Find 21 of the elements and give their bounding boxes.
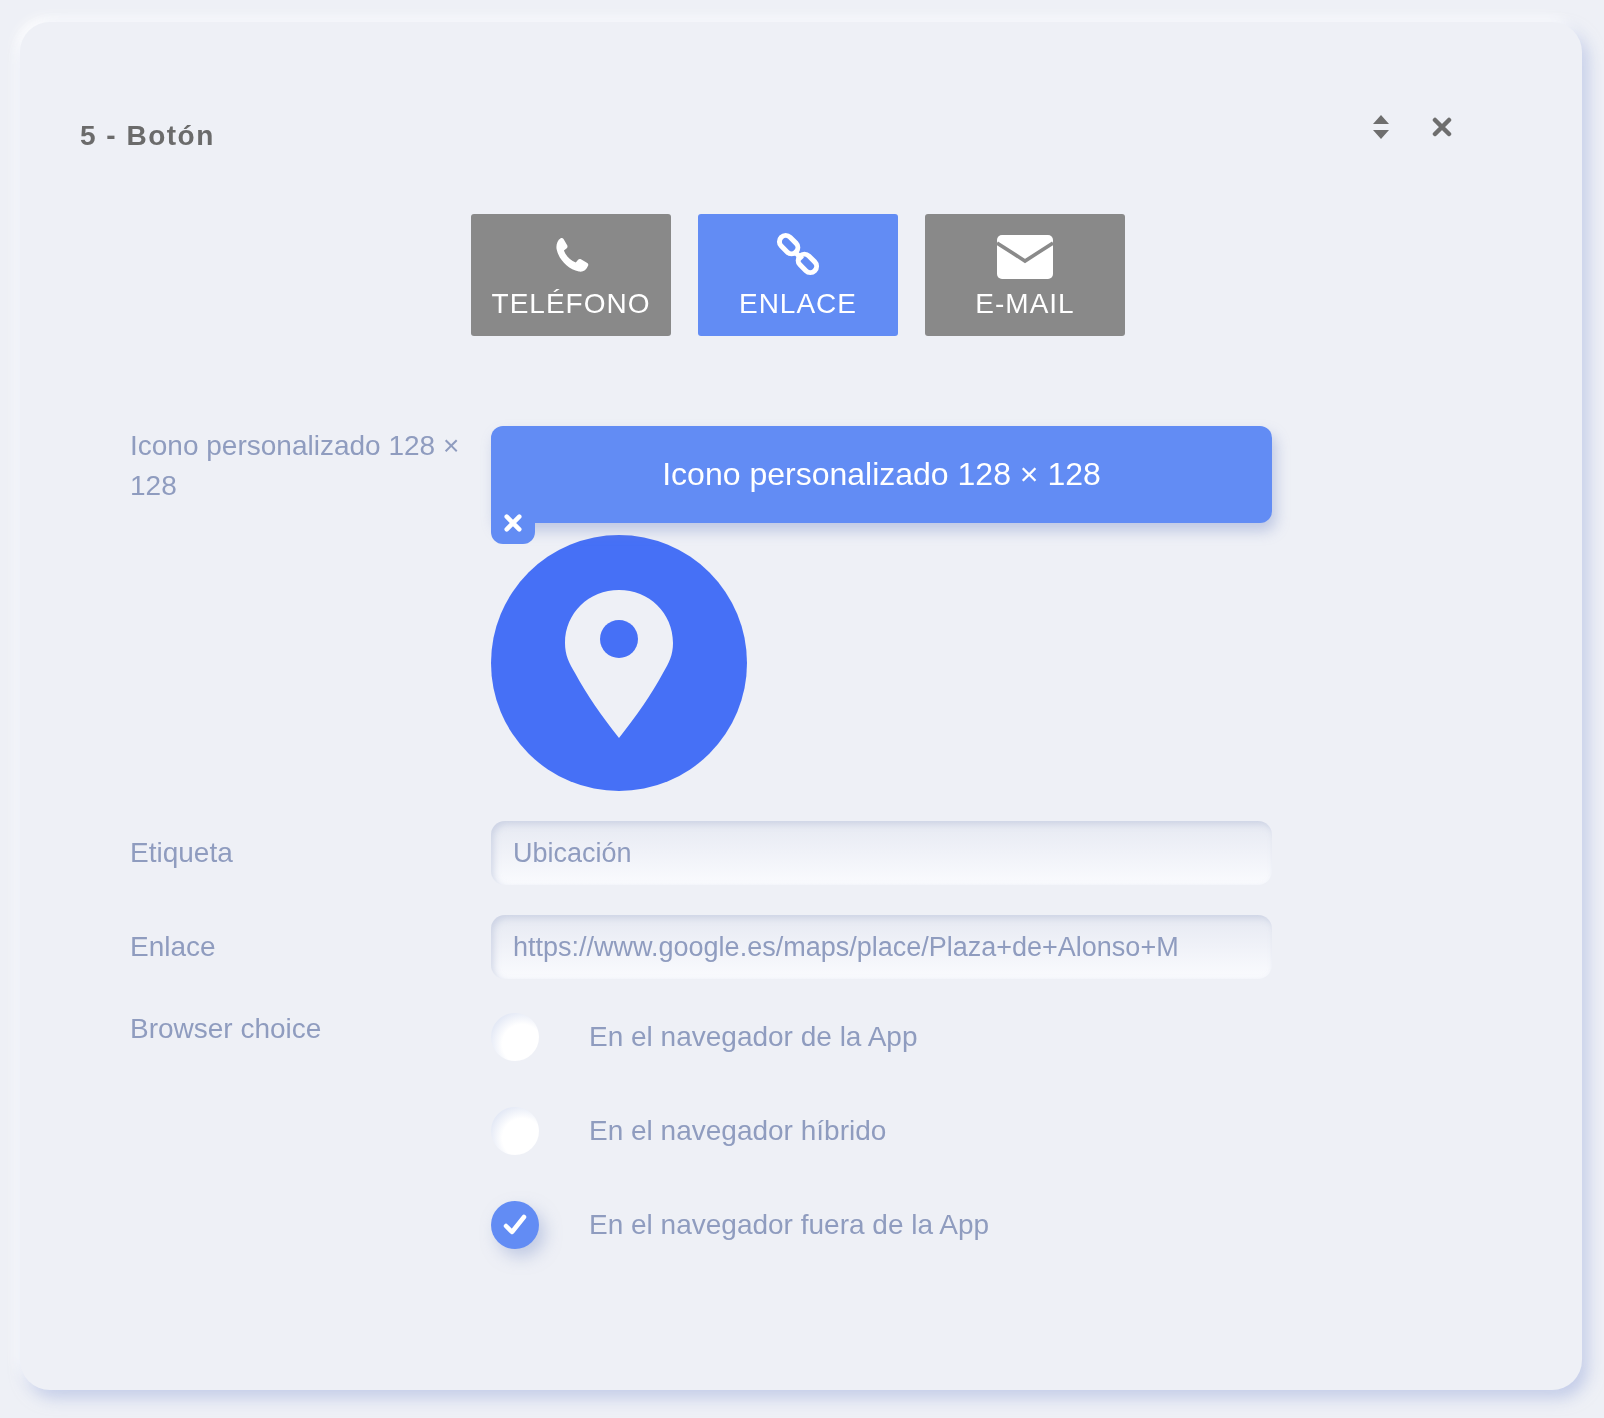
type-button[interactable]: E-MAIL: [925, 214, 1125, 336]
field-label: Browser choice: [130, 1012, 323, 1046]
input-field[interactable]: Ubicación: [491, 821, 1272, 885]
field-label: Icono personalizado 128 × 128: [130, 429, 461, 503]
dialog-title: 5 - Botón: [80, 120, 215, 152]
sort-icon[interactable]: [1372, 114, 1390, 140]
field-label: Enlace: [130, 930, 217, 964]
field-label: Etiqueta: [130, 836, 234, 870]
envelope-icon: [997, 234, 1053, 280]
radio-label: En el navegador fuera de la App: [589, 1209, 990, 1241]
location-pin-icon: [491, 535, 747, 791]
upload-button[interactable]: Icono personalizado 128 × 128: [491, 426, 1272, 523]
type-button[interactable]: TELÉFONO: [471, 214, 671, 336]
close-icon: [504, 514, 522, 532]
radio-label: En el navegador de la App: [589, 1021, 918, 1053]
check-icon: [503, 1214, 527, 1236]
radio-button[interactable]: [491, 1201, 539, 1249]
close-icon[interactable]: [1432, 117, 1452, 137]
type-button[interactable]: ENLACE: [698, 214, 898, 336]
radio-label: En el navegador híbrido: [589, 1115, 887, 1147]
input-field[interactable]: https://www.google.es/maps/place/Plaza+de+Alonso+M: [491, 915, 1272, 979]
